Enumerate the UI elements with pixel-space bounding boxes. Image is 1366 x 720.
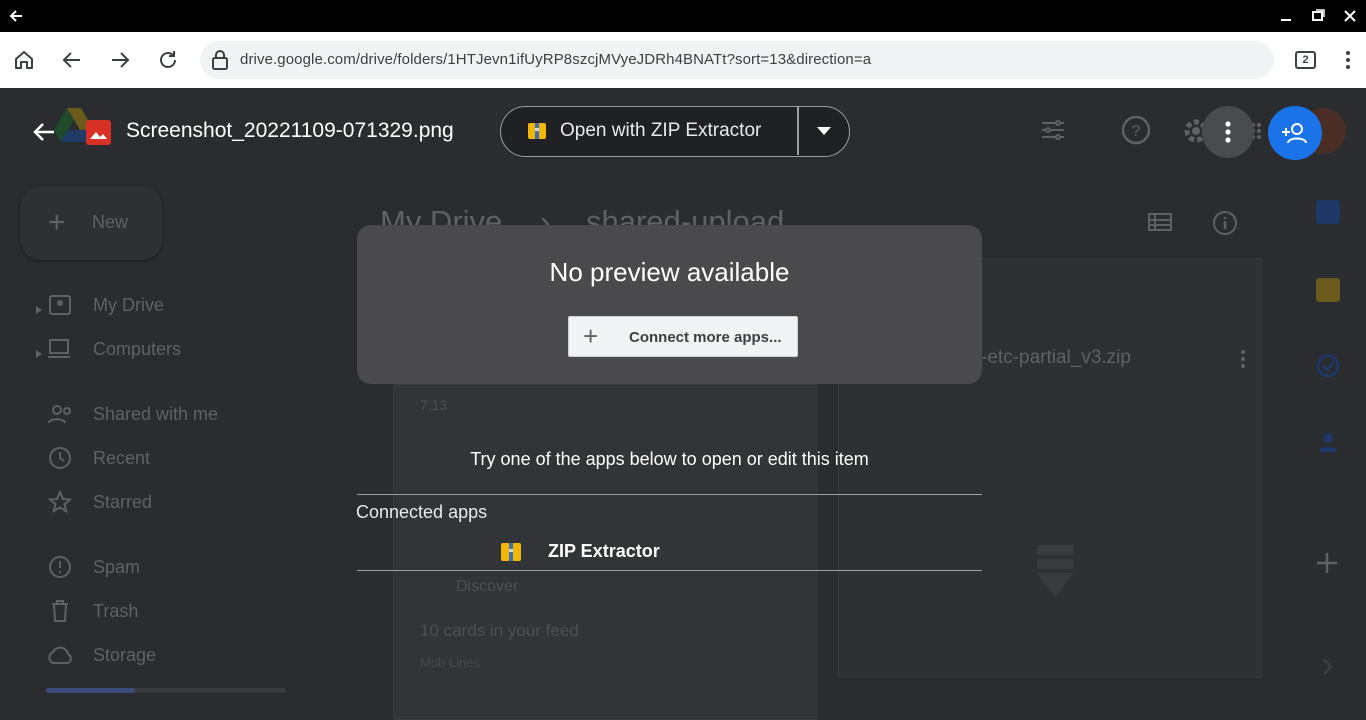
restore-icon[interactable]	[1306, 4, 1330, 28]
tasks-icon	[1316, 354, 1340, 383]
clock-icon	[48, 446, 72, 475]
no-preview-title: No preview available	[549, 257, 790, 287]
new-button-label: New	[92, 212, 129, 232]
window-back-icon[interactable]	[4, 4, 28, 28]
file-more-icon	[1240, 349, 1246, 374]
info-icon	[1212, 210, 1238, 241]
nav-storage[interactable]: Storage	[93, 645, 156, 666]
storage-progress-bar	[46, 688, 286, 693]
share-button[interactable]	[1268, 106, 1322, 160]
nav-recent[interactable]: Recent	[93, 448, 150, 469]
preview-feed-count: 10 cards in your feed	[420, 621, 579, 640]
no-preview-panel: No preview available + Connect more apps…	[357, 225, 982, 384]
zip-file-icon	[1035, 543, 1075, 604]
people-icon	[48, 403, 74, 430]
list-view-icon	[1148, 212, 1172, 237]
connect-more-apps-label: Connect more apps...	[629, 329, 782, 346]
connected-apps-heading: Connected apps	[356, 502, 488, 522]
preview-feed-sub: Mob Lines	[420, 655, 480, 670]
url-text[interactable]: drive.google.com/drive/folders/1HTJevn1i…	[240, 51, 871, 68]
more-vert-icon	[1225, 121, 1231, 143]
calendar-icon	[1316, 200, 1340, 224]
open-with-button[interactable]: Open with ZIP Extractor	[501, 107, 798, 155]
nav-trash[interactable]: Trash	[93, 601, 138, 622]
nav-spam[interactable]: Spam	[93, 557, 140, 578]
app-name: ZIP Extractor	[548, 541, 660, 561]
file-title: Screenshot_20221109-071329.png	[126, 119, 454, 142]
drive-background: + New My Drive › shared-upload My Drive …	[0, 88, 1366, 720]
preview-time: 7:13	[420, 397, 448, 413]
spam-icon	[48, 555, 72, 584]
nav-my-drive[interactable]: My Drive	[93, 295, 164, 316]
nav-computers[interactable]: Computers	[93, 339, 181, 360]
open-with-split-button: Open with ZIP Extractor	[500, 106, 850, 157]
background-file-name: -etc-partial_v3.zip	[981, 347, 1131, 368]
image-file-icon	[86, 120, 111, 145]
reload-icon[interactable]	[148, 40, 188, 80]
caret-down-icon	[817, 127, 831, 135]
drive-icon	[48, 293, 72, 322]
plus-icon: +	[48, 206, 66, 239]
try-apps-text: Try one of the apps below to open or edi…	[470, 449, 869, 469]
cloud-icon	[46, 645, 74, 670]
zip-extractor-icon	[500, 542, 521, 561]
divider-line	[357, 570, 982, 571]
open-with-label: Open with ZIP Extractor	[560, 120, 762, 141]
nav-shared[interactable]: Shared with me	[93, 404, 218, 425]
expand-arrow-icon[interactable]	[36, 301, 42, 319]
open-with-dropdown[interactable]	[799, 107, 849, 155]
keep-icon	[1316, 278, 1340, 302]
plus-icon: +	[583, 321, 599, 351]
tab-switcher-button[interactable]: 2	[1295, 51, 1316, 69]
nav-starred[interactable]: Starred	[93, 492, 152, 513]
add-addon-icon	[1316, 552, 1338, 579]
computer-icon	[48, 338, 74, 365]
preview-feed-title: Discover	[456, 578, 519, 595]
browser-menu-icon[interactable]	[1328, 40, 1366, 80]
forward-icon[interactable]	[100, 40, 140, 80]
back-icon[interactable]	[52, 40, 92, 80]
address-bar[interactable]: drive.google.com/drive/folders/1HTJevn1i…	[200, 41, 1274, 79]
app-item-zip-extractor[interactable]: ZIP Extractor	[357, 534, 982, 570]
chevron-right-icon	[1322, 658, 1334, 681]
minimize-icon[interactable]	[1274, 4, 1298, 28]
trash-icon	[49, 599, 71, 628]
close-window-icon[interactable]	[1338, 4, 1362, 28]
new-button[interactable]: + New	[20, 186, 162, 260]
contacts-icon	[1316, 430, 1340, 459]
person-add-icon	[1282, 123, 1307, 144]
storage-progress-fill	[46, 688, 135, 693]
browser-toolbar: drive.google.com/drive/folders/1HTJevn1i…	[0, 32, 1366, 88]
zip-extractor-icon	[527, 122, 547, 140]
connect-more-apps-button[interactable]: + Connect more apps...	[568, 316, 798, 357]
home-icon[interactable]	[4, 40, 44, 80]
viewer-header: Screenshot_20221109-071329.png Open with…	[0, 88, 1366, 176]
lock-icon[interactable]	[208, 48, 232, 72]
divider-line	[357, 494, 982, 495]
window-titlebar	[0, 0, 1366, 32]
more-actions-button[interactable]	[1202, 106, 1254, 158]
expand-arrow-icon[interactable]	[36, 345, 42, 363]
close-viewer-button[interactable]	[24, 112, 64, 152]
star-icon	[47, 489, 73, 519]
